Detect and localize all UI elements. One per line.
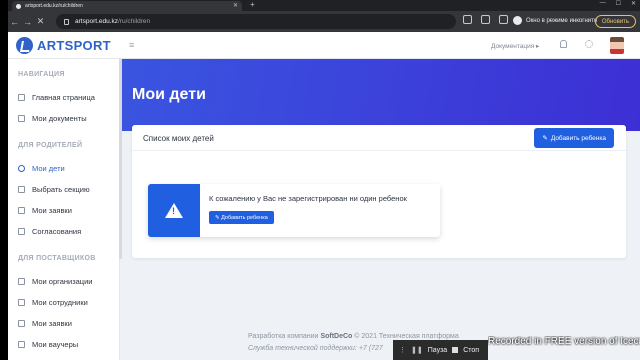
maximize-icon[interactable]: ☐: [616, 0, 621, 7]
footer-line-1: Разработка компании SoftDeCo © 2021 Техн…: [248, 333, 459, 340]
menu-toggle-icon[interactable]: ≡: [129, 40, 134, 50]
close-window-icon[interactable]: ✕: [631, 0, 636, 7]
sidebar-item-home[interactable]: Главная страница: [18, 93, 95, 102]
document-icon: [18, 115, 25, 122]
sidebar-item-label: Мои дети: [32, 164, 65, 173]
sidebar-item-employees[interactable]: Мои сотрудники: [18, 298, 88, 307]
stop-icon[interactable]: [452, 347, 459, 353]
user-icon: [18, 299, 25, 306]
sidebar-section-title: ДЛЯ ПОСТАВЩИКОВ: [18, 255, 96, 262]
toolbar-icons: [463, 15, 508, 24]
web-page: ARTSPORT ≡ Документация ▸ НАВИГАЦИЯ Глав…: [8, 32, 640, 360]
docs-link[interactable]: Документация ▸: [491, 42, 539, 50]
add-child-button[interactable]: ✎ Добавить ребенка: [534, 128, 614, 148]
add-child-label: Добавить ребенка: [550, 134, 606, 142]
footer-text: Разработка компании: [248, 333, 319, 340]
empty-alert: К сожалению у Вас не зарегистрирован ни …: [148, 184, 440, 237]
sidebar-section-title: ДЛЯ РОДИТЕЛЕЙ: [18, 142, 83, 149]
pause-icon[interactable]: ❚❚: [411, 346, 423, 354]
sidebar-item-label: Мои заявки: [32, 319, 72, 328]
alert-add-child-button[interactable]: ✎ Добавить ребенка: [209, 211, 274, 224]
sidebar-item-applications[interactable]: Мои заявки: [18, 206, 72, 215]
cast-icon[interactable]: [463, 15, 472, 24]
alert-icon-panel: [148, 184, 200, 237]
card-title: Список моих детей: [143, 134, 214, 143]
building-icon: [18, 278, 25, 285]
site-logo[interactable]: ARTSPORT: [16, 37, 111, 54]
recorder-toolbar: ⋮ ❚❚ Пауза Стоп: [393, 340, 488, 360]
sidebar: НАВИГАЦИЯ Главная страница Мои документы…: [8, 59, 120, 360]
left-black-bar: [0, 0, 8, 360]
logo-text: ARTSPORT: [37, 38, 111, 53]
footer-line-2: Служба технической поддержки: +7 (727: [248, 345, 383, 352]
list-icon: [18, 207, 25, 214]
sidebar-item-documents[interactable]: Мои документы: [18, 114, 87, 123]
url-host: artsport.edu.kz: [75, 18, 118, 25]
check-icon: [18, 228, 25, 235]
sidebar-item-vouchers[interactable]: Мои ваучеры: [18, 340, 78, 349]
gear-icon[interactable]: [585, 40, 593, 48]
sidebar-item-label: Мои организации: [32, 277, 93, 286]
stop-button[interactable]: Стоп: [463, 347, 479, 354]
site-header: ARTSPORT ≡ Документация ▸: [8, 32, 640, 59]
recorder-watermark: Recorded in FREE version of Icecream Scr…: [488, 336, 640, 347]
sidebar-section-title: НАВИГАЦИЯ: [18, 71, 65, 78]
sidebar-item-organizations[interactable]: Мои организации: [18, 277, 92, 286]
bookmark-icon[interactable]: [481, 15, 490, 24]
sidebar-item-label: Главная страница: [32, 93, 95, 102]
avatar[interactable]: [610, 37, 624, 54]
browser-tabstrip: artsport.edu.kz/ru/children ✕ + — ☐ ✕: [8, 0, 640, 11]
edit-icon: ✎: [542, 135, 548, 142]
sidebar-item-label: Мои документы: [32, 114, 87, 123]
warning-icon: [165, 203, 183, 218]
footer-text: © 2021 Техническая платформа: [354, 333, 459, 340]
incognito-label: Окно в режиме инкогнито: [526, 17, 598, 24]
alert-message: К сожалению у Вас не зарегистрирован ни …: [209, 194, 407, 203]
sidebar-item-my-children[interactable]: Мои дети: [18, 164, 65, 173]
sidebar-item-provider-applications[interactable]: Мои заявки: [18, 319, 72, 328]
page-title: Мои дети: [132, 86, 206, 103]
sidebar-item-label: Выбрать секцию: [32, 185, 90, 194]
sidebar-item-label: Мои сотрудники: [32, 298, 88, 307]
screen: artsport.edu.kz/ru/children ✕ + — ☐ ✕ ← …: [0, 0, 640, 360]
url-path: /ru/children: [118, 18, 151, 25]
update-button[interactable]: Обновить: [594, 15, 636, 28]
tab-title: artsport.edu.kz/ru/children: [25, 3, 83, 9]
target-icon: [18, 186, 25, 193]
address-bar[interactable]: artsport.edu.kz /ru/children: [56, 14, 456, 29]
close-tab-icon[interactable]: ✕: [233, 2, 238, 9]
new-tab-button[interactable]: +: [250, 0, 255, 9]
users-icon: [18, 165, 25, 172]
sidebar-item-label: Согласования: [32, 227, 82, 236]
incognito-indicator[interactable]: Окно в режиме инкогнито: [513, 16, 597, 25]
page-hero: Мои дети: [122, 59, 640, 131]
alert-button-label: Добавить ребенка: [221, 214, 268, 221]
logo-mark-icon: [16, 37, 33, 54]
home-icon: [18, 94, 25, 101]
children-card: Список моих детей ✎ Добавить ребенка К с…: [132, 125, 626, 258]
browser-tab[interactable]: artsport.edu.kz/ru/children ✕: [12, 1, 242, 11]
sidebar-item-choose-section[interactable]: Выбрать секцию: [18, 185, 90, 194]
forward-icon[interactable]: →: [21, 17, 34, 27]
browser-toolbar: ← → ✕ artsport.edu.kz /ru/children Окно …: [8, 11, 640, 32]
ticket-icon: [18, 341, 25, 348]
lock-icon: [64, 18, 69, 25]
sidebar-item-label: Мои заявки: [32, 206, 72, 215]
sidepanel-icon[interactable]: [499, 15, 508, 24]
sidebar-item-approvals[interactable]: Согласования: [18, 227, 81, 236]
incognito-icon: [513, 16, 522, 25]
minimize-icon[interactable]: —: [600, 0, 606, 7]
stop-icon[interactable]: ✕: [34, 16, 47, 27]
bell-icon[interactable]: [560, 40, 567, 48]
window-controls: — ☐ ✕: [600, 0, 636, 7]
card-header: Список моих детей ✎ Добавить ребенка: [132, 125, 626, 151]
sidebar-item-label: Мои ваучеры: [32, 340, 79, 349]
globe-icon: [16, 3, 21, 9]
drag-handle-icon[interactable]: ⋮: [399, 346, 406, 354]
back-icon[interactable]: ←: [8, 17, 21, 27]
list-icon: [18, 320, 25, 327]
pause-button[interactable]: Пауза: [428, 347, 447, 354]
footer-company-link[interactable]: SoftDeCo: [320, 333, 352, 340]
